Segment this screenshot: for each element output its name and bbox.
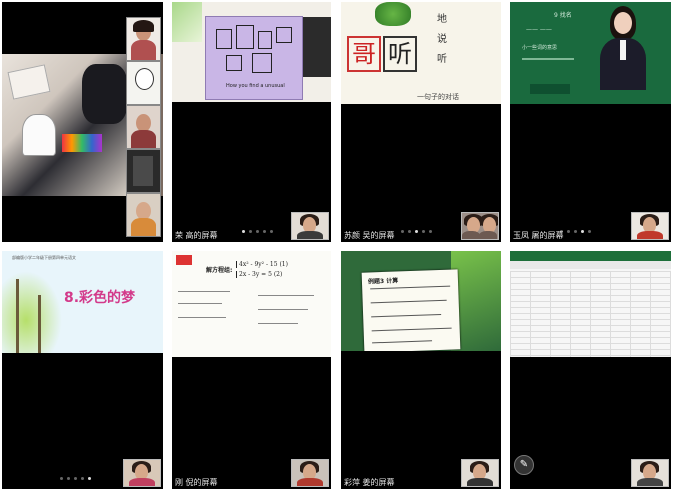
page-indicator[interactable] (560, 230, 591, 233)
presenter-thumbnail[interactable] (631, 459, 669, 487)
participant-thumb-4[interactable] (126, 149, 161, 193)
page-indicator[interactable] (60, 477, 91, 480)
shared-slide: How you find a unusual (205, 16, 303, 100)
lesson-title: 8.彩色的梦 (64, 290, 136, 306)
example-label: 例题3 计算 (367, 277, 399, 286)
participant-strip (126, 17, 161, 237)
presenter-thumbnail[interactable] (631, 212, 669, 240)
slide-text: How you find a unusual (226, 83, 285, 89)
spreadsheet-grid (510, 271, 671, 357)
math-worksheet: 例题3 计算 (361, 269, 461, 351)
presenter-thumbnail[interactable] (291, 212, 329, 240)
screen-owner-label: 荣 高的屏幕 (175, 231, 218, 240)
participant-thumb-5[interactable] (126, 193, 161, 237)
participant-thumb-3[interactable] (126, 105, 161, 149)
spreadsheet-toolbar (510, 251, 671, 261)
char-card-3: 听 (437, 54, 447, 65)
video-tile-3[interactable]: 地 说 听 哥 听 一句子的对话 苏颜 吴的屏幕 (341, 2, 501, 242)
shared-screen-5: 部编版小学二年级下册第四单元语文 8.彩色的梦 (2, 251, 163, 353)
page-indicator[interactable] (401, 230, 432, 233)
lesson-header: 部编版小学二年级下册第四单元语文 (12, 255, 76, 260)
video-tile-2[interactable]: How you find a unusual 荣 高的屏幕 (172, 2, 331, 242)
shared-screen-7: 例题3 计算 (341, 251, 501, 351)
pen-tool-button[interactable]: ✎ (514, 455, 534, 475)
screen-owner-label: 苏颜 吴的屏幕 (344, 231, 395, 240)
video-tile-8[interactable]: ✎ (510, 251, 671, 489)
screen-owner-label: 彩萍 姜的屏幕 (344, 478, 395, 487)
shared-screen-2: How you find a unusual (172, 2, 331, 102)
video-tile-5[interactable]: 部编版小学二年级下册第四单元语文 8.彩色的梦 (2, 251, 163, 489)
big-char-2: 听 (383, 36, 417, 72)
slide-sub: 小一些词的意思 (522, 45, 558, 51)
char-card-2: 说 (437, 34, 447, 45)
video-tile-6[interactable]: 解方程组: 4x² - 9y² - 15 (1) 2x - 3y = 5 (2)… (172, 251, 331, 489)
slide-caption: 一句子的对话 (417, 93, 459, 101)
page-indicator[interactable] (242, 230, 273, 233)
presenter-thumbnail[interactable] (461, 459, 499, 487)
slide-title: 9 找名 (554, 12, 572, 19)
video-tile-7[interactable]: 例题3 计算 彩萍 姜的屏幕 (341, 251, 501, 489)
shared-screen-4: 9 找名 —— —— 小一些词的意思 (510, 2, 671, 104)
screen-owner-label: 刚 倪的屏幕 (175, 478, 218, 487)
presenter-thumbnail[interactable] (291, 459, 329, 487)
shared-screen-8 (510, 251, 671, 357)
video-tile-4[interactable]: 9 找名 —— —— 小一些词的意思 玉凤 屠的屏幕 (510, 2, 671, 242)
screen-owner-label: 玉凤 屠的屏幕 (513, 231, 564, 240)
equation-2: 2x - 3y = 5 (2) (236, 271, 282, 278)
big-char-1: 哥 (347, 36, 381, 72)
pencil-icon: ✎ (519, 459, 529, 470)
presenter-thumbnail[interactable] (123, 459, 161, 487)
participant-thumb-2[interactable] (126, 61, 161, 105)
participant-thumb-1[interactable] (126, 17, 161, 61)
method-title: 解方程组: (206, 267, 233, 274)
presenter-thumbnail[interactable] (461, 212, 499, 240)
video-tile-1[interactable] (2, 2, 163, 242)
shared-screen-6: 解方程组: 4x² - 9y² - 15 (1) 2x - 3y = 5 (2) (172, 251, 331, 357)
shared-screen-3: 地 说 听 哥 听 一句子的对话 (341, 2, 501, 104)
char-card-1: 地 (437, 14, 447, 25)
teacher-video (596, 6, 648, 90)
equation-1: 4x² - 9y² - 15 (1) (236, 261, 288, 268)
